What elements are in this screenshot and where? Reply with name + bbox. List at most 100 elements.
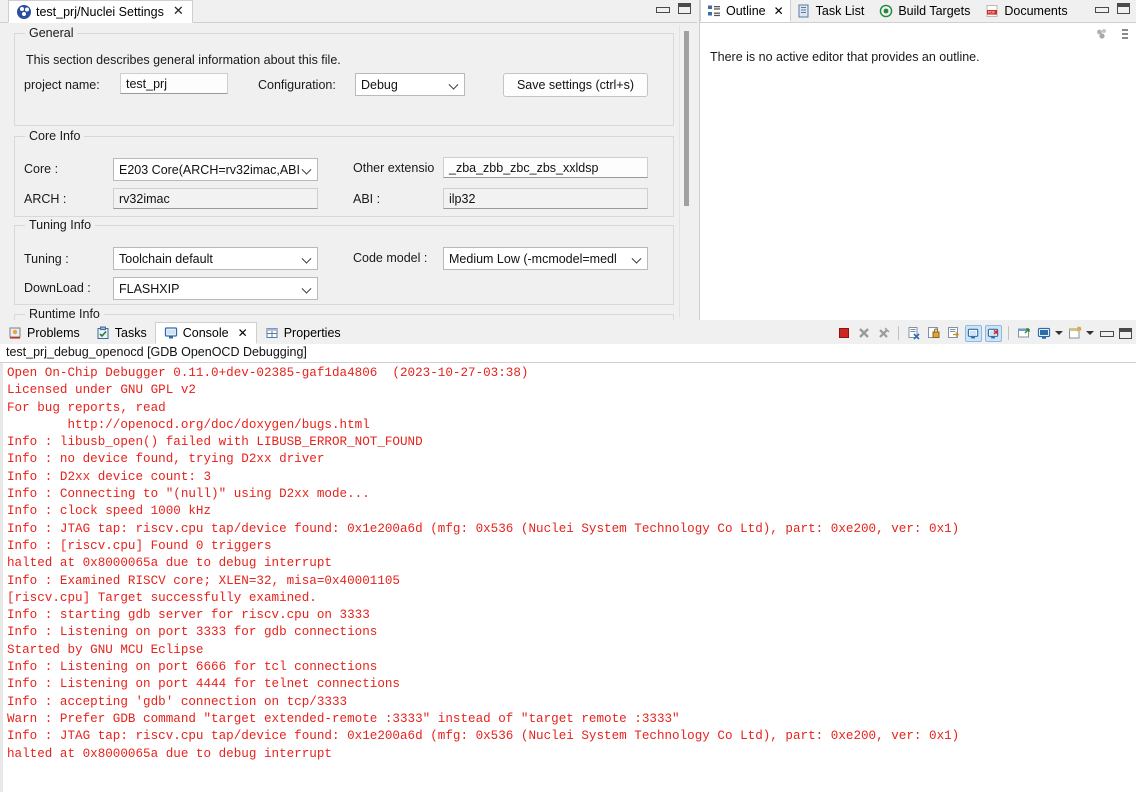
configuration-value: Debug <box>361 77 398 92</box>
problems-icon <box>8 326 22 340</box>
minimize-icon[interactable] <box>1097 325 1114 342</box>
core-label: Core : <box>24 162 59 176</box>
tab-build-targets[interactable]: Build Targets <box>873 0 979 22</box>
console-line: http://openocd.org/doc/doxygen/bugs.html <box>7 417 370 432</box>
scroll-lock-icon[interactable] <box>925 325 942 342</box>
download-value: FLASHXIP <box>119 281 180 296</box>
chevron-down-icon[interactable] <box>1086 331 1094 335</box>
show-console-on-output-icon[interactable] <box>965 324 982 342</box>
console-line: Info : Listening on port 6666 for tcl co… <box>7 660 378 675</box>
editor-area: test_prj/Nuclei Settings ✕ General This … <box>0 0 697 320</box>
tab-problems[interactable]: Problems <box>0 322 88 344</box>
tab-nuclei-settings[interactable]: test_prj/Nuclei Settings ✕ <box>8 0 193 23</box>
console-line: Licensed under GNU GPL v2 <box>7 383 196 398</box>
console-line: [riscv.cpu] Target successfully examined… <box>7 590 317 605</box>
outline-window-buttons <box>1095 3 1130 14</box>
tab-label: test_prj/Nuclei Settings <box>36 4 164 19</box>
outline-toolbar <box>1095 27 1132 41</box>
core-value: E203 Core(ARCH=rv32imac,ABI <box>119 162 300 177</box>
maximize-icon[interactable] <box>1117 325 1134 342</box>
console-line: Info : Examined RISCV core; XLEN=32, mis… <box>7 573 400 588</box>
group-core-info-legend: Core Info <box>25 129 85 143</box>
tab-tasks[interactable]: Tasks <box>88 322 155 344</box>
group-runtime-info-legend: Runtime Info <box>25 307 104 320</box>
tab-label: Problems <box>27 326 80 340</box>
pdf-documents-icon: PDF <box>985 4 999 18</box>
chevron-down-icon <box>633 254 641 262</box>
console-line: Info : starting gdb server for riscv.cpu… <box>7 608 370 623</box>
close-icon[interactable]: ✕ <box>774 4 784 18</box>
core-combo[interactable]: E203 Core(ARCH=rv32imac,ABI <box>113 158 318 181</box>
settings-vertical-scrollbar[interactable] <box>679 25 692 318</box>
console-toolbar <box>835 322 1134 344</box>
view-menu-icon[interactable] <box>1118 27 1132 41</box>
tab-task-list[interactable]: Task List <box>791 0 874 22</box>
console-tabbar: Problems Tasks Console ✕ Properties <box>0 322 1136 344</box>
arch-label: ARCH : <box>24 192 67 206</box>
console-line: Info : libusb_open() failed with LIBUSB_… <box>7 435 423 450</box>
console-title: test_prj_debug_openocd [GDB OpenOCD Debu… <box>0 344 1136 363</box>
minimize-icon[interactable] <box>1095 5 1109 13</box>
remove-all-terminated-icon[interactable] <box>875 325 892 342</box>
console-line: For bug reports, read <box>7 400 166 415</box>
pin-console-icon[interactable] <box>1015 325 1032 342</box>
console-line: Info : Listening on port 3333 for gdb co… <box>7 625 378 640</box>
console-output[interactable]: Open On-Chip Debugger 0.11.0+dev-02385-g… <box>0 363 1136 792</box>
display-selected-console-icon[interactable] <box>1035 325 1052 342</box>
abi-input[interactable]: ilp32 <box>443 188 648 209</box>
maximize-icon[interactable] <box>1117 3 1130 14</box>
console-line: Info : Connecting to "(null)" using D2xx… <box>7 487 370 502</box>
tab-documents[interactable]: PDF Documents <box>979 0 1076 22</box>
console-line: Info : no device found, trying D2xx driv… <box>7 452 325 467</box>
tab-label: Properties <box>283 326 341 340</box>
tuning-label: Tuning : <box>24 252 69 266</box>
editor-tabbar: test_prj/Nuclei Settings ✕ <box>0 0 697 23</box>
console-line: Info : [riscv.cpu] Found 0 triggers <box>7 538 272 553</box>
tuning-value: Toolchain default <box>119 251 213 266</box>
console-line: Info : JTAG tap: riscv.cpu tap/device fo… <box>7 729 960 744</box>
console-view-area: Problems Tasks Console ✕ Properties test… <box>0 322 1136 792</box>
chevron-down-icon <box>303 165 311 173</box>
console-line: Open On-Chip Debugger 0.11.0+dev-02385-g… <box>7 366 529 380</box>
console-line: Info : JTAG tap: riscv.cpu tap/device fo… <box>7 521 960 536</box>
code-model-value: Medium Low (-mcmodel=medl <box>449 251 617 266</box>
tab-label: Tasks <box>114 326 147 340</box>
tab-console[interactable]: Console ✕ <box>154 322 257 344</box>
configuration-combo[interactable]: Debug <box>355 73 465 96</box>
tab-outline[interactable]: Outline ✕ <box>700 0 791 22</box>
maximize-icon[interactable] <box>678 3 691 14</box>
console-line: Started by GNU MCU Eclipse <box>7 642 204 657</box>
code-model-label: Code model : <box>353 251 428 265</box>
download-combo[interactable]: FLASHXIP <box>113 277 318 300</box>
tab-label: Console <box>182 326 229 340</box>
project-name-label: project name: <box>24 78 100 92</box>
console-line: Warn : Prefer GDB command "target extend… <box>7 711 680 726</box>
arch-input[interactable]: rv32imac <box>113 188 318 209</box>
tasks-icon <box>96 326 110 340</box>
tab-label: Documents <box>1004 3 1068 18</box>
collapse-all-icon[interactable] <box>1095 27 1109 41</box>
outline-tabbar: Outline ✕ Task List Build Targets PDF Do… <box>700 0 1136 23</box>
project-name-input[interactable]: test_prj <box>120 73 228 94</box>
code-model-combo[interactable]: Medium Low (-mcmodel=medl <box>443 247 648 270</box>
general-description: This section describes general informati… <box>26 53 341 67</box>
minimize-icon[interactable] <box>656 5 670 13</box>
show-console-on-error-icon[interactable] <box>985 324 1002 342</box>
chevron-down-icon <box>303 284 311 292</box>
close-icon[interactable]: ✕ <box>238 326 248 340</box>
close-icon[interactable]: ✕ <box>173 5 184 18</box>
remove-launch-icon[interactable] <box>855 325 872 342</box>
save-settings-button[interactable]: Save settings (ctrl+s) <box>503 73 648 97</box>
tab-properties[interactable]: Properties <box>257 322 349 344</box>
other-extensions-input[interactable]: _zba_zbb_zbc_zbs_xxldsp <box>443 157 648 178</box>
tab-label: Build Targets <box>898 3 971 18</box>
word-wrap-icon[interactable] <box>945 325 962 342</box>
tuning-combo[interactable]: Toolchain default <box>113 247 318 270</box>
clear-console-icon[interactable] <box>905 325 922 342</box>
open-console-icon[interactable] <box>1066 325 1083 342</box>
chevron-down-icon[interactable] <box>1055 331 1063 335</box>
scrollbar-thumb[interactable] <box>684 31 689 206</box>
console-log-lines: Open On-Chip Debugger 0.11.0+dev-02385-g… <box>3 363 1136 763</box>
terminate-icon[interactable] <box>835 325 852 342</box>
group-runtime-info: Runtime Info <box>14 307 674 320</box>
